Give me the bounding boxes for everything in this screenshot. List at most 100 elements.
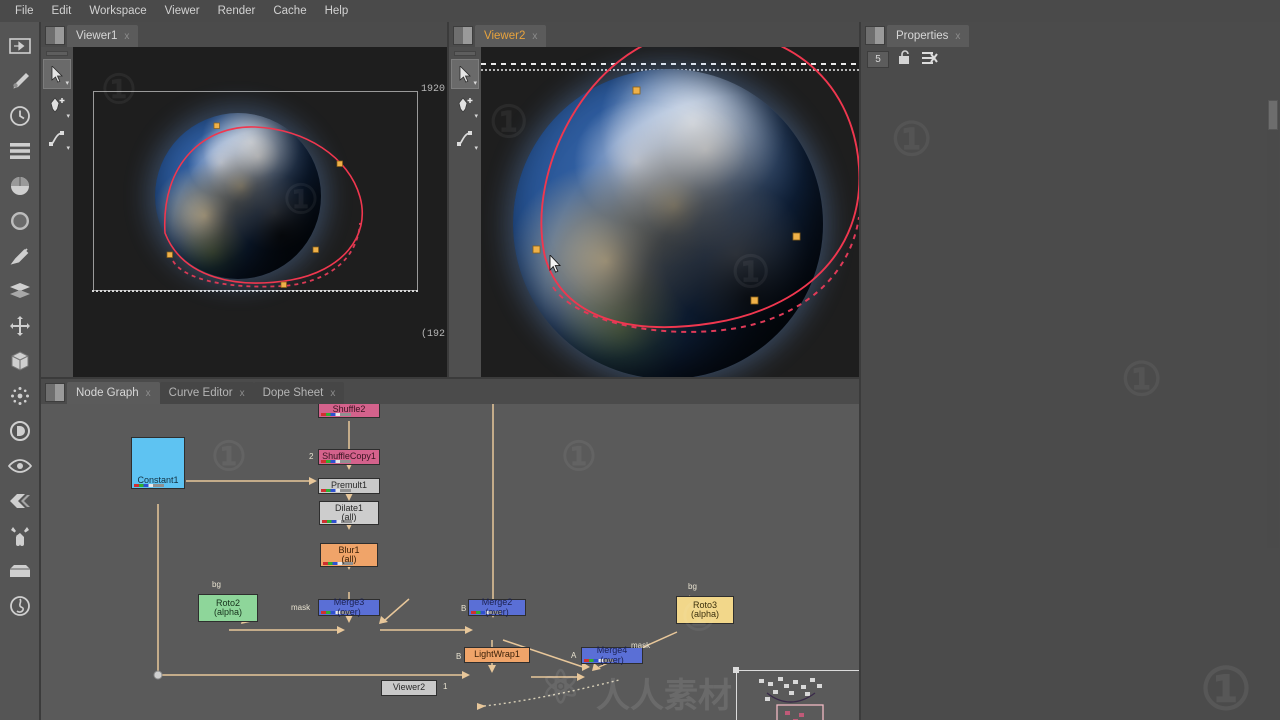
- viewer1-canvas[interactable]: 1920 (192 ① ①: [73, 47, 447, 377]
- viewer2-canvas[interactable]: ① ①: [481, 47, 859, 377]
- close-icon[interactable]: x: [240, 388, 245, 399]
- chevron-down-icon[interactable]: ▾: [474, 144, 478, 152]
- menu-item-render[interactable]: Render: [209, 3, 265, 19]
- tab-curve-editor-label: Curve Editor: [168, 387, 233, 399]
- node-toolbar-rail: [0, 22, 39, 720]
- bspline-tool[interactable]: ▾: [43, 123, 71, 153]
- menu-item-workspace[interactable]: Workspace: [80, 3, 155, 19]
- views-eye-icon[interactable]: [5, 450, 35, 482]
- bspline-tool[interactable]: ▾: [451, 123, 479, 153]
- 3d-cube-icon[interactable]: [5, 345, 35, 377]
- edge-label-a-merge4: A: [571, 651, 577, 660]
- nodegraph-canvas[interactable]: Shuffle2 Constant1 ShuffleCopy1 Premult1…: [41, 404, 859, 720]
- panel-grip-icon[interactable]: [45, 383, 65, 402]
- node-merge4[interactable]: Merge4 (over): [581, 645, 643, 665]
- deep-icon[interactable]: [5, 415, 35, 447]
- node-merge3[interactable]: Merge3 (over): [318, 597, 380, 617]
- transform-move-icon[interactable]: [5, 310, 35, 342]
- node-label: Merge3 (over): [333, 597, 365, 617]
- edge-label-b-merge2: B: [461, 604, 467, 613]
- toolsets-wrench-icon[interactable]: [5, 520, 35, 552]
- chevron-down-icon[interactable]: ▾: [473, 79, 477, 87]
- menu-item-help[interactable]: Help: [316, 3, 358, 19]
- node-dilate1[interactable]: Dilate1 (all): [319, 501, 379, 525]
- furnace-icon[interactable]: [5, 590, 35, 622]
- chevron-down-icon[interactable]: ▾: [66, 144, 70, 152]
- node-sublabel: (alpha): [213, 607, 242, 617]
- image-input-icon[interactable]: [5, 30, 35, 62]
- channel-layers-icon[interactable]: [5, 135, 35, 167]
- node-shufflecopy1[interactable]: ShuffleCopy1: [318, 449, 380, 465]
- tab-dope-sheet[interactable]: Dope Sheet x: [253, 382, 345, 404]
- nodegraph-panel: Node Graph x Curve Editor x Dope Sheet x: [41, 379, 859, 720]
- tab-viewer1[interactable]: Viewer1 x: [67, 25, 139, 47]
- filter-checker-icon[interactable]: [5, 205, 35, 237]
- node-blur1[interactable]: Blur1 (all): [320, 543, 378, 567]
- time-clock-icon[interactable]: [5, 100, 35, 132]
- nodegraph-tabbar: Node Graph x Curve Editor x Dope Sheet x: [41, 379, 859, 404]
- toolstrip-handle[interactable]: [454, 51, 476, 56]
- node-label: Constant1: [137, 474, 179, 485]
- chevron-down-icon[interactable]: ▾: [474, 112, 478, 120]
- menu-item-cache[interactable]: Cache: [264, 3, 315, 19]
- chevron-down-icon[interactable]: ▾: [66, 112, 70, 120]
- keyer-dropper-icon[interactable]: [5, 240, 35, 272]
- edge-label-bg-roto3: bg: [688, 582, 697, 591]
- node-roto3[interactable]: Roto3 (alpha): [676, 596, 734, 624]
- node-merge2[interactable]: Merge2 (over): [468, 597, 526, 616]
- bezier-pen-tool[interactable]: ▾: [451, 91, 479, 121]
- navigator-resize-handle[interactable]: [733, 667, 739, 673]
- close-icon[interactable]: x: [330, 388, 335, 399]
- earth-render: [513, 69, 823, 377]
- close-icon[interactable]: x: [532, 31, 537, 42]
- edge-label-1-viewer: 1: [443, 682, 448, 691]
- node-constant1[interactable]: Constant1: [131, 437, 185, 489]
- edge-label-2: 2: [309, 452, 314, 461]
- particles-icon[interactable]: [5, 380, 35, 412]
- node-lightwrap1[interactable]: LightWrap1: [464, 647, 530, 663]
- chevron-down-icon[interactable]: ▾: [65, 79, 69, 87]
- node-roto2[interactable]: Roto2 (alpha): [198, 594, 258, 622]
- watermark: ①: [891, 113, 933, 165]
- nodegraph-navigator[interactable]: [733, 667, 859, 720]
- node-viewer2[interactable]: Viewer2: [381, 680, 437, 696]
- close-icon[interactable]: x: [124, 31, 129, 42]
- select-tool[interactable]: ▾: [451, 59, 479, 89]
- node-premult1[interactable]: Premult1: [318, 478, 380, 494]
- menu-item-edit[interactable]: Edit: [43, 3, 81, 19]
- close-icon[interactable]: x: [955, 31, 960, 42]
- close-icon[interactable]: x: [146, 388, 151, 399]
- other-box-icon[interactable]: [5, 555, 35, 587]
- panel-grip-icon[interactable]: [865, 26, 885, 45]
- unlock-icon[interactable]: [897, 50, 913, 68]
- scrollbar-thumb[interactable]: [1268, 100, 1278, 130]
- menu-item-file[interactable]: File: [6, 3, 43, 19]
- clear-all-icon[interactable]: [921, 51, 938, 68]
- toolstrip-handle[interactable]: [46, 51, 68, 56]
- node-label: Merge4 (over): [596, 645, 628, 665]
- tab-curve-editor[interactable]: Curve Editor x: [159, 382, 254, 404]
- draw-pen-icon[interactable]: [5, 65, 35, 97]
- viewer1-tabbar: Viewer1 x: [41, 22, 447, 47]
- tab-node-graph[interactable]: Node Graph x: [67, 382, 160, 404]
- metadata-tag-icon[interactable]: [5, 485, 35, 517]
- mouse-cursor-icon: [549, 253, 562, 277]
- tab-properties[interactable]: Properties x: [887, 25, 970, 47]
- menu-item-viewer[interactable]: Viewer: [156, 3, 209, 19]
- bezier-pen-tool[interactable]: ▾: [43, 91, 71, 121]
- menu-bar: File Edit Workspace Viewer Render Cache …: [0, 0, 1280, 22]
- panel-grip-icon[interactable]: [453, 26, 473, 45]
- select-tool[interactable]: ▾: [43, 59, 71, 89]
- node-shuffle2[interactable]: Shuffle2: [318, 404, 380, 418]
- color-wheel-icon[interactable]: [5, 170, 35, 202]
- node-label: Viewer2: [392, 682, 426, 693]
- panel-grip-icon[interactable]: [45, 26, 65, 45]
- format-bottom-label: (192: [421, 329, 446, 340]
- tab-viewer2[interactable]: Viewer2 x: [475, 25, 547, 47]
- properties-scrollbar[interactable]: [1267, 100, 1279, 548]
- merge-stack-icon[interactable]: [5, 275, 35, 307]
- node-sublabel: (alpha): [690, 609, 719, 619]
- max-panels-field[interactable]: 5: [867, 50, 889, 68]
- viewer2-panel: Viewer2 x ▾ ▾ ▾ ①: [449, 22, 859, 377]
- bbox-dashed-edge: [92, 290, 419, 292]
